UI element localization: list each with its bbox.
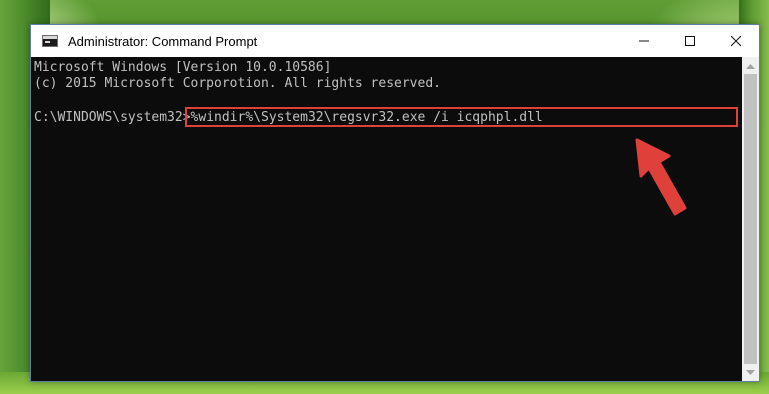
command-highlight-box: [185, 107, 738, 127]
chevron-up-icon: [746, 63, 755, 69]
close-button[interactable]: [713, 25, 759, 57]
minimize-icon: [639, 40, 649, 42]
scroll-thumb[interactable]: [744, 74, 757, 364]
desktop-background: Administrator: Command Prompt Microsoft …: [0, 0, 769, 394]
console-line-copyright: (c) 2015 Microsoft Corporotion. All righ…: [34, 76, 441, 91]
window-title: Administrator: Command Prompt: [68, 33, 258, 49]
cmd-app-icon[interactable]: [42, 35, 58, 47]
pointer-arrow-icon: [635, 138, 687, 216]
maximize-icon: [685, 36, 695, 46]
scroll-down-button[interactable]: [742, 364, 759, 381]
close-icon: [731, 36, 741, 46]
maximize-button[interactable]: [667, 25, 713, 57]
vertical-scrollbar[interactable]: [742, 57, 759, 381]
minimize-button[interactable]: [621, 25, 667, 57]
scroll-up-button[interactable]: [742, 57, 759, 74]
title-bar[interactable]: Administrator: Command Prompt: [31, 25, 759, 57]
chevron-down-icon: [746, 369, 755, 375]
console-line-version: Microsoft Windows [Version 10.0.10586]: [34, 60, 332, 75]
console-prompt: C:\WINDOWS\system32>: [34, 110, 191, 125]
